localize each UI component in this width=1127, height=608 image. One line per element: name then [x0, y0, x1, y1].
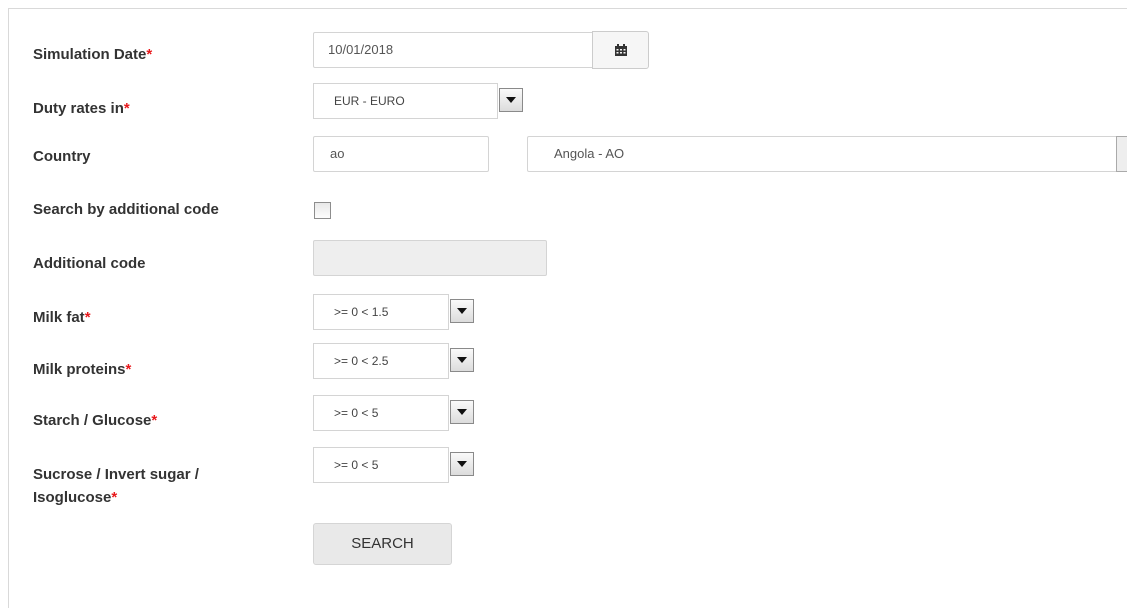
- country-select[interactable]: Angola - AO: [527, 136, 1123, 172]
- starch-glucose-value: >= 0 < 5: [334, 406, 379, 420]
- milk-fat-label: Milk fat*: [33, 309, 91, 326]
- sucrose-label: Sucrose / Invert sugar / Isoglucose*: [33, 466, 199, 506]
- country-label: Country: [33, 148, 91, 165]
- duty-rates-select[interactable]: EUR - EURO: [313, 83, 523, 119]
- simulation-date-label: Simulation Date*: [33, 46, 153, 63]
- sucrose-value: >= 0 < 5: [334, 458, 379, 472]
- country-select-arrow[interactable]: [1116, 136, 1127, 172]
- search-button[interactable]: SEARCH: [313, 523, 452, 565]
- milk-fat-value: >= 0 < 1.5: [334, 305, 389, 319]
- calendar-button[interactable]: [592, 31, 649, 69]
- chevron-down-icon[interactable]: [450, 299, 474, 323]
- milk-proteins-label: Milk proteins*: [33, 361, 132, 378]
- chevron-down-icon[interactable]: [450, 400, 474, 424]
- additional-code-input[interactable]: [313, 240, 547, 276]
- starch-glucose-label: Starch / Glucose*: [33, 412, 158, 429]
- duty-rates-label: Duty rates in*: [33, 100, 130, 117]
- sucrose-select[interactable]: >= 0 < 5: [313, 447, 474, 483]
- additional-code-label: Additional code: [33, 255, 146, 272]
- chevron-down-icon[interactable]: [450, 452, 474, 476]
- simulation-date-input[interactable]: 10/01/2018: [313, 32, 594, 68]
- duty-rates-value: EUR - EURO: [334, 94, 405, 108]
- milk-fat-select[interactable]: >= 0 < 1.5: [313, 294, 474, 330]
- country-code-input[interactable]: ao: [313, 136, 489, 172]
- calendar-icon: [614, 43, 627, 56]
- search-additional-label: Search by additional code: [33, 201, 219, 218]
- starch-glucose-select[interactable]: >= 0 < 5: [313, 395, 474, 431]
- milk-proteins-value: >= 0 < 2.5: [334, 354, 389, 368]
- chevron-down-icon[interactable]: [499, 88, 523, 112]
- milk-proteins-select[interactable]: >= 0 < 2.5: [313, 343, 474, 379]
- form-panel: [8, 8, 1127, 608]
- search-additional-checkbox[interactable]: [314, 202, 331, 219]
- chevron-down-icon[interactable]: [450, 348, 474, 372]
